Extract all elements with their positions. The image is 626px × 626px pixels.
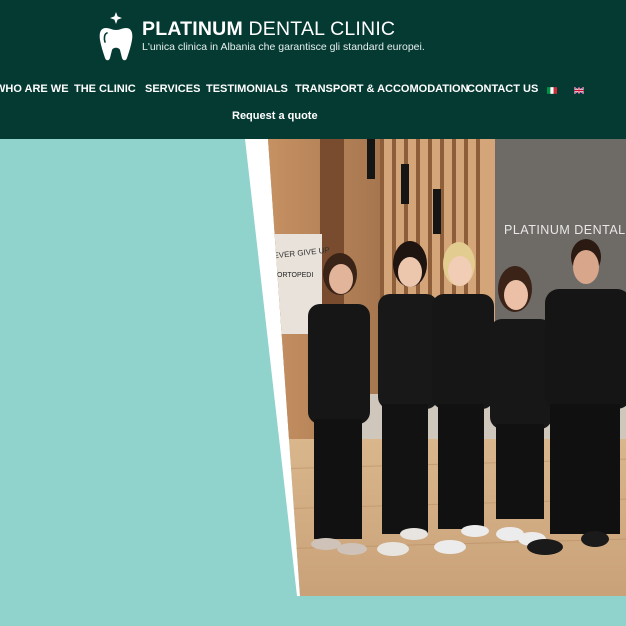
main-nav: WHO ARE WE THE CLINIC SERVICES TESTIMONI… — [0, 83, 626, 99]
request-quote-link[interactable]: Request a quote — [232, 110, 318, 122]
brand-tagline: L'unica clinica in Albania che garantisc… — [142, 41, 425, 53]
brand-title-rest: DENTAL CLINIC — [242, 18, 396, 40]
nav-item-who-are-we[interactable]: WHO ARE WE — [0, 83, 69, 95]
tooth-logo-icon[interactable] — [98, 12, 134, 62]
brand-title-bold: PLATINUM — [142, 18, 243, 40]
wall-sign-text: PLATINUM DENTAL — [504, 223, 626, 237]
site-header: PLATINUM DENTAL CLINIC L'unica clinica i… — [0, 0, 626, 139]
english-flag-icon[interactable] — [574, 87, 584, 94]
italian-flag-icon[interactable] — [547, 87, 557, 94]
nav-item-testimonials[interactable]: TESTIMONIALS — [206, 83, 288, 95]
brand-title: PLATINUM DENTAL CLINIC — [142, 18, 395, 41]
door-sign-text-2: ORTOPEDI — [277, 272, 313, 279]
nav-item-contact-us[interactable]: CONTACT US — [467, 83, 538, 95]
page-bottom-band — [0, 597, 626, 626]
nav-item-transport[interactable]: TRANSPORT & ACCOMODATION — [295, 83, 469, 95]
hero-photo: PLATINUM DENTAL NEVER GIVE UP ORTOPEDI — [0, 139, 626, 599]
nav-item-services[interactable]: SERVICES — [145, 83, 200, 95]
nav-item-the-clinic[interactable]: THE CLINIC — [74, 83, 136, 95]
hero-team-image: PLATINUM DENTAL NEVER GIVE UP ORTOPEDI — [245, 139, 626, 596]
